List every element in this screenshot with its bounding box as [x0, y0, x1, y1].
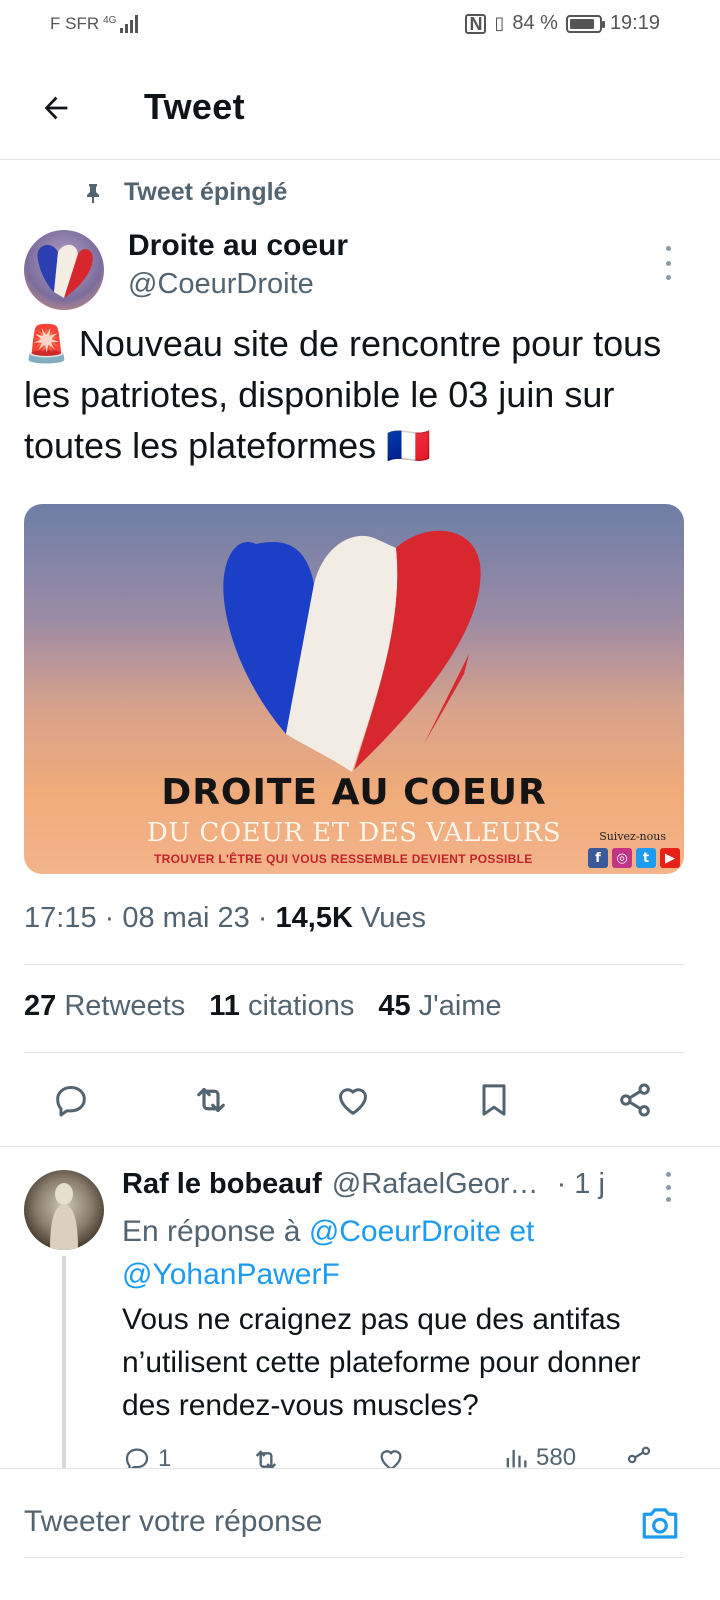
- reply-author-name[interactable]: Raf le bobeauf: [122, 1168, 322, 1201]
- like-button[interactable]: [325, 1072, 381, 1128]
- likes-label: J'aime: [418, 990, 502, 1022]
- heart-logo-icon: [37, 244, 93, 298]
- reply-to-line: En réponse à @CoeurDroite et @YohanPawer…: [122, 1210, 682, 1296]
- statue-avatar-image: [50, 1183, 78, 1250]
- author-handle[interactable]: @CoeurDroite: [128, 268, 314, 301]
- network-type-label: 4G: [103, 15, 117, 26]
- quotes-count: 11: [209, 990, 240, 1022]
- engagement-stats: 27 Retweets 11 citations 45 J'aime: [24, 990, 502, 1023]
- media-tagline: TROUVER L'ÊTRE QUI VOUS RESSEMBLE DEVIEN…: [154, 852, 533, 866]
- clock: 19:19: [609, 12, 660, 34]
- retweet-icon: [197, 1087, 225, 1113]
- views-count: 14,5K: [275, 902, 353, 934]
- instagram-icon: ◎: [612, 848, 632, 868]
- pin-icon: [87, 183, 99, 203]
- retweet-button[interactable]: [183, 1072, 239, 1128]
- status-right: N ▯ 84 % 19:19: [465, 12, 660, 35]
- author-avatar[interactable]: [24, 230, 104, 310]
- media-follow-label: Suivez-nous: [599, 830, 666, 843]
- author-name[interactable]: Droite au coeur: [128, 229, 348, 263]
- reply-icon: [56, 1086, 86, 1117]
- carrier-label: F SFR: [50, 14, 100, 33]
- youtube-icon: ▶: [660, 848, 680, 868]
- vibrate-icon: ▯: [494, 13, 505, 33]
- tweet-meta: 17:15 · 08 mai 23 · 14,5K Vues: [24, 902, 426, 934]
- twitter-icon: t: [636, 848, 656, 868]
- reply-time: · 1 j: [556, 1168, 605, 1200]
- top-app-bar: Tweet: [0, 56, 720, 160]
- tweet-actions-bar: [0, 1072, 720, 1128]
- retweets-count: 27: [24, 990, 57, 1022]
- arrow-left-icon: [44, 96, 68, 120]
- tweet-text: 🚨 Nouveau site de rencontre pour tous le…: [24, 323, 662, 466]
- facebook-icon: f: [588, 848, 608, 868]
- reply-to-mention-1[interactable]: @CoeurDroite: [309, 1215, 501, 1248]
- views-label: Vues: [360, 902, 426, 934]
- divider: [24, 1052, 684, 1053]
- reply-author-handle[interactable]: @RafaelGeor…: [332, 1168, 539, 1201]
- page-title: Tweet: [144, 86, 245, 127]
- thread-line: [62, 1256, 66, 1472]
- battery-percent: 84 %: [512, 12, 558, 34]
- reply-author-avatar[interactable]: [24, 1170, 104, 1250]
- section-divider: [0, 1146, 720, 1147]
- camera-icon: [642, 1508, 678, 1539]
- tweet-date: 08 mai 23: [122, 902, 250, 934]
- compose-underline: [24, 1557, 684, 1558]
- reply-to-prefix: En réponse à: [122, 1215, 301, 1248]
- heart-icon: [339, 1088, 367, 1115]
- status-bar: F SFR 4G N ▯ 84 % 19:19: [0, 0, 720, 56]
- battery-icon: [565, 14, 605, 33]
- share-button[interactable]: [607, 1072, 663, 1128]
- more-options-icon[interactable]: [660, 246, 676, 280]
- bookmark-icon: [482, 1084, 506, 1116]
- reply-more-options-icon[interactable]: [660, 1172, 676, 1202]
- nfc-icon: N: [465, 13, 487, 34]
- reply-to-mention-2[interactable]: @YohanPawerF: [122, 1258, 340, 1291]
- signal-icon: [120, 15, 139, 33]
- bookmark-button[interactable]: [466, 1072, 522, 1128]
- camera-button[interactable]: [638, 1501, 682, 1545]
- retweets-stat[interactable]: 27 Retweets: [24, 990, 185, 1023]
- media-social-icons: f ◎ t ▶: [588, 848, 680, 868]
- reply-text: Vous ne craignez pas que des antifas n’u…: [122, 1303, 641, 1422]
- reply-to-and: et: [509, 1215, 535, 1248]
- share-icon: [620, 1083, 650, 1117]
- reply-header: Raf le bobeauf @RafaelGeor… · 1 j: [122, 1168, 662, 1201]
- divider: [24, 964, 684, 965]
- tweet-time: 17:15: [24, 902, 97, 934]
- pinned-indicator: Tweet épinglé: [84, 178, 287, 207]
- reply-compose-bar: Tweeter votre réponse: [0, 1468, 720, 1600]
- pinned-label: Tweet épinglé: [124, 178, 288, 206]
- quotes-label: citations: [247, 990, 355, 1022]
- status-left: F SFR 4G: [50, 14, 139, 34]
- quotes-stat[interactable]: 11 citations: [209, 990, 354, 1023]
- reply-input[interactable]: Tweeter votre réponse: [24, 1505, 323, 1539]
- tweet-media-image[interactable]: DROITE AU COEUR DU COEUR ET DES VALEURS …: [24, 504, 684, 874]
- back-button[interactable]: [32, 84, 80, 132]
- media-title: DROITE AU COEUR: [161, 772, 547, 813]
- retweets-label: Retweets: [64, 990, 186, 1022]
- likes-count: 45: [378, 990, 411, 1022]
- media-subtitle: DU COEUR ET DES VALEURS: [146, 818, 562, 848]
- reply-button[interactable]: [43, 1072, 99, 1128]
- likes-stat[interactable]: 45 J'aime: [378, 990, 501, 1023]
